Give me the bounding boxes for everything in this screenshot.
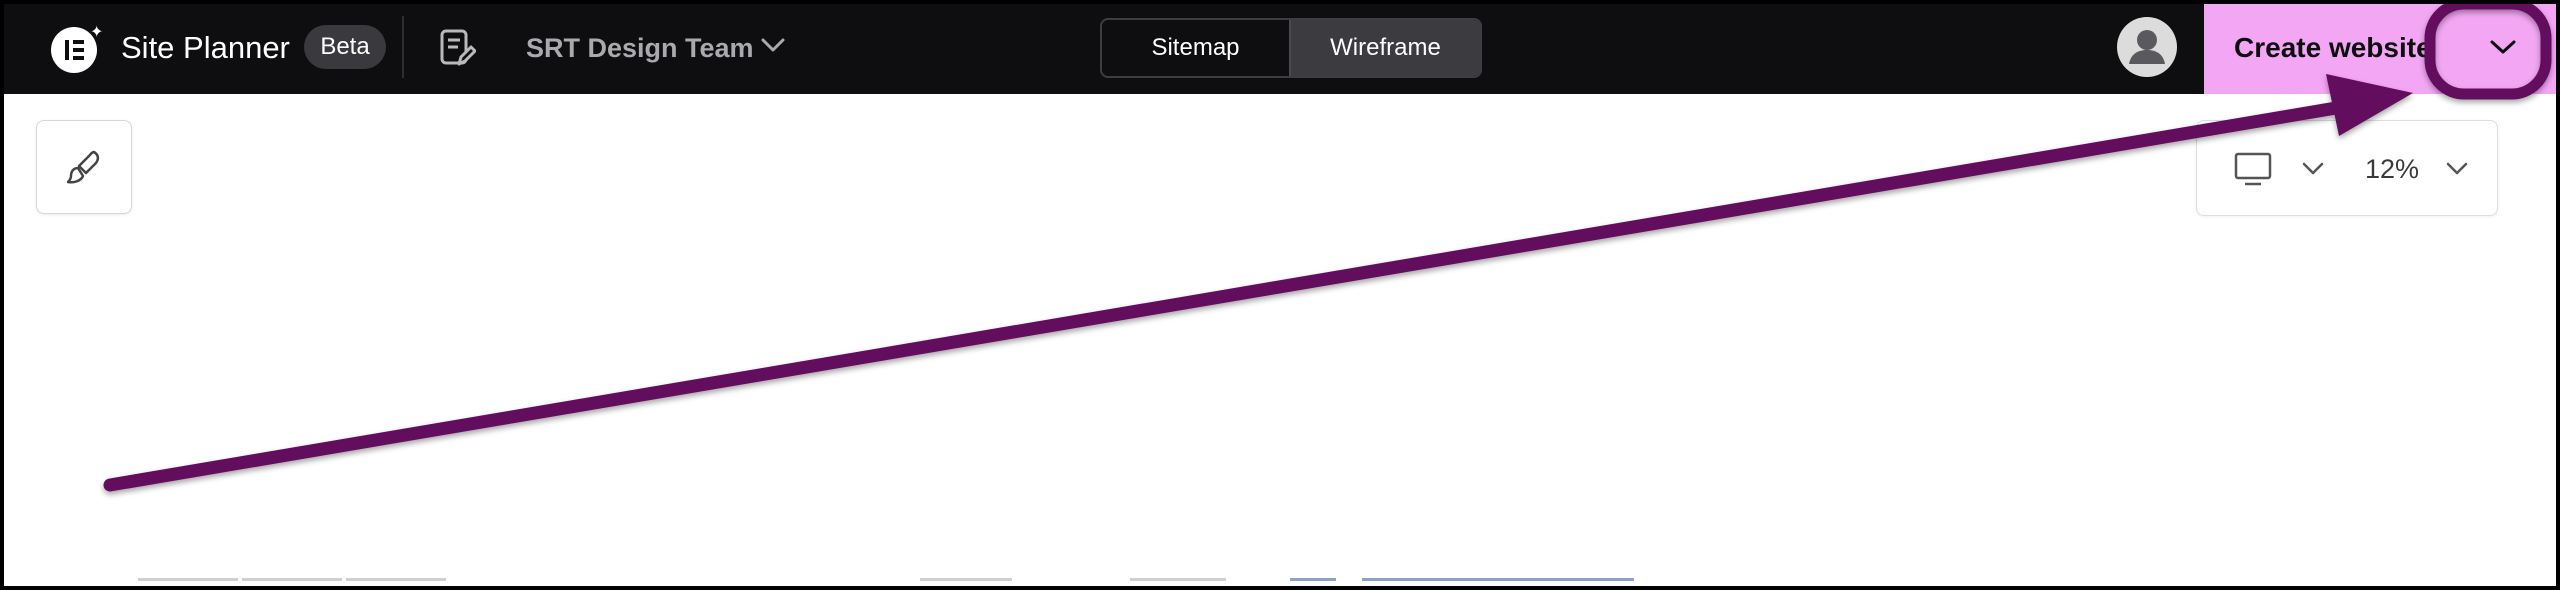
annotation-arrow [103,0,2552,492]
